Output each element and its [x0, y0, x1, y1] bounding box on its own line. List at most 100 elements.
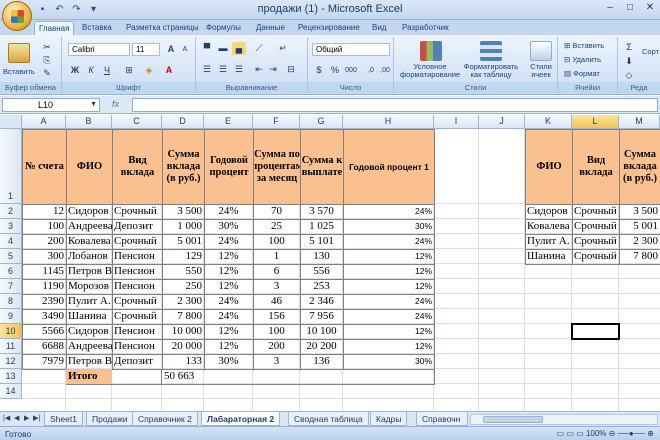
- italic-button[interactable]: К: [84, 64, 98, 77]
- cell-e2[interactable]: 24%: [204, 204, 253, 219]
- row-header-10[interactable]: 10: [0, 324, 22, 339]
- cell-e10[interactable]: 12%: [204, 324, 253, 339]
- side-cell-m3[interactable]: 5 001: [619, 219, 660, 234]
- cell-f10[interactable]: 100: [253, 324, 300, 339]
- fx-icon[interactable]: fx: [112, 99, 119, 109]
- cell-styles-button[interactable]: Стили ячеек: [524, 63, 558, 79]
- row-header-2[interactable]: 2: [0, 204, 22, 219]
- first-sheet-icon[interactable]: |◀: [3, 414, 10, 422]
- cell-b7[interactable]: Морозов: [66, 279, 112, 294]
- cell-h12[interactable]: 30%: [343, 354, 434, 369]
- ribbon-tab-7[interactable]: Вид: [368, 21, 390, 35]
- column-header-m[interactable]: M: [619, 115, 660, 129]
- cell-g9[interactable]: 7 956: [300, 309, 343, 324]
- column-header-g[interactable]: G: [300, 115, 343, 129]
- sheet-tab-5[interactable]: Сводная таблица: [288, 412, 369, 426]
- row-header-5[interactable]: 5: [0, 249, 22, 264]
- column-header-k[interactable]: K: [525, 115, 572, 129]
- cell-d9[interactable]: 7 800: [162, 309, 204, 324]
- row-header-4[interactable]: 4: [0, 234, 22, 249]
- font-color-icon[interactable]: A: [162, 64, 176, 77]
- cell-d7[interactable]: 250: [162, 279, 204, 294]
- header-cell-a[interactable]: № счета: [22, 129, 67, 205]
- cell-f12[interactable]: 3: [253, 354, 300, 369]
- cell-e8[interactable]: 24%: [204, 294, 253, 309]
- increase-indent-icon[interactable]: ⇥: [266, 63, 280, 76]
- cell-e4[interactable]: 24%: [204, 234, 253, 249]
- cell-a7[interactable]: 1190: [22, 279, 66, 294]
- cell-a12[interactable]: 7979: [22, 354, 66, 369]
- font-size-select[interactable]: 11: [132, 43, 160, 56]
- row-header-11[interactable]: 11: [0, 339, 22, 354]
- percent-button[interactable]: %: [328, 64, 342, 77]
- align-top-icon[interactable]: ▀: [200, 42, 214, 55]
- cell-f3[interactable]: 25: [253, 219, 300, 234]
- cell-h6[interactable]: 12%: [343, 264, 434, 279]
- total-value[interactable]: 50 663: [162, 369, 204, 384]
- cell-g2[interactable]: 3 570: [300, 204, 343, 219]
- cell-a5[interactable]: 300: [22, 249, 66, 264]
- side-header-l[interactable]: Вид вклада: [572, 129, 620, 205]
- decrease-indent-icon[interactable]: ⇤: [252, 63, 266, 76]
- cell-f2[interactable]: 70: [253, 204, 300, 219]
- row-header-3[interactable]: 3: [0, 219, 22, 234]
- sheet-tab-7[interactable]: Справочн: [416, 412, 468, 426]
- cell-g7[interactable]: 253: [300, 279, 343, 294]
- header-cell-f[interactable]: Сумма по процентам за месяц: [253, 129, 301, 205]
- cell-a3[interactable]: 100: [22, 219, 66, 234]
- sheet-tab-6[interactable]: Кадры: [370, 412, 408, 426]
- cell-a9[interactable]: 3490: [22, 309, 66, 324]
- cell-f6[interactable]: 6: [253, 264, 300, 279]
- cell-d11[interactable]: 20 000: [162, 339, 204, 354]
- cell-g11[interactable]: 20 200: [300, 339, 343, 354]
- row-header-14[interactable]: 14: [0, 384, 22, 399]
- bold-button[interactable]: Ж: [68, 64, 82, 77]
- selected-cell[interactable]: [571, 323, 620, 340]
- currency-icon[interactable]: $: [312, 64, 326, 77]
- cell-h8[interactable]: 24%: [343, 294, 434, 309]
- cell-d5[interactable]: 129: [162, 249, 204, 264]
- cell-h4[interactable]: 24%: [343, 234, 434, 249]
- format-table-icon[interactable]: [480, 41, 502, 61]
- ribbon-tab-8[interactable]: Разработчик: [398, 21, 453, 35]
- cell-c7[interactable]: Пенсион: [112, 279, 162, 294]
- close-button[interactable]: ✕: [640, 0, 660, 17]
- side-cell-k4[interactable]: Пулит А.: [525, 234, 572, 249]
- horizontal-scrollbar[interactable]: [470, 414, 658, 425]
- cell-c6[interactable]: Пенсион: [112, 264, 162, 279]
- header-cell-e[interactable]: Годовой процент: [204, 129, 254, 205]
- cell-b2[interactable]: Сидоров: [66, 204, 112, 219]
- align-left-icon[interactable]: ☰: [200, 63, 214, 76]
- zoom-controls[interactable]: ▭ ▭ ▭ 100% ⊖ ──●── ⊕: [557, 429, 654, 438]
- cell-g4[interactable]: 5 101: [300, 234, 343, 249]
- cell-e12[interactable]: 30%: [204, 354, 253, 369]
- thousands-button[interactable]: 000: [342, 64, 360, 77]
- align-middle-icon[interactable]: ▬: [216, 42, 230, 55]
- cell-b8[interactable]: Пулит А.: [66, 294, 112, 309]
- formula-input[interactable]: [132, 98, 658, 112]
- fill-icon[interactable]: ⬇: [622, 55, 636, 68]
- cell-b6[interactable]: Петров В: [66, 264, 112, 279]
- align-right-icon[interactable]: ☰: [232, 63, 246, 76]
- format-table-button[interactable]: Форматировать как таблицу: [460, 63, 522, 79]
- cell-c3[interactable]: Депозит: [112, 219, 162, 234]
- cell-b11[interactable]: Андреева: [66, 339, 112, 354]
- side-cell-m2[interactable]: 3 500: [619, 204, 660, 219]
- increase-decimal-icon[interactable]: ,0: [364, 64, 378, 77]
- paste-button[interactable]: Вставить: [3, 67, 35, 76]
- worksheet-grid[interactable]: № счета ФИО Вид вклада Сумма вклада (в руб.…: [22, 129, 660, 411]
- side-cell-k5[interactable]: Шанина: [525, 249, 572, 264]
- column-header-d[interactable]: D: [162, 115, 204, 129]
- font-name-select[interactable]: Calibri: [68, 43, 130, 56]
- column-header-e[interactable]: E: [204, 115, 253, 129]
- prev-sheet-icon[interactable]: ◀: [14, 414, 19, 422]
- cell-e9[interactable]: 24%: [204, 309, 253, 324]
- cell-h11[interactable]: 12%: [343, 339, 434, 354]
- cell-d8[interactable]: 2 300: [162, 294, 204, 309]
- column-header-l[interactable]: L: [572, 115, 619, 129]
- cell-h3[interactable]: 30%: [343, 219, 434, 234]
- format-cells-button[interactable]: ▤ Формат: [564, 69, 600, 78]
- cell-f7[interactable]: 3: [253, 279, 300, 294]
- cell-f9[interactable]: 156: [253, 309, 300, 324]
- header-cell-h[interactable]: Годовой процент 1: [343, 129, 435, 205]
